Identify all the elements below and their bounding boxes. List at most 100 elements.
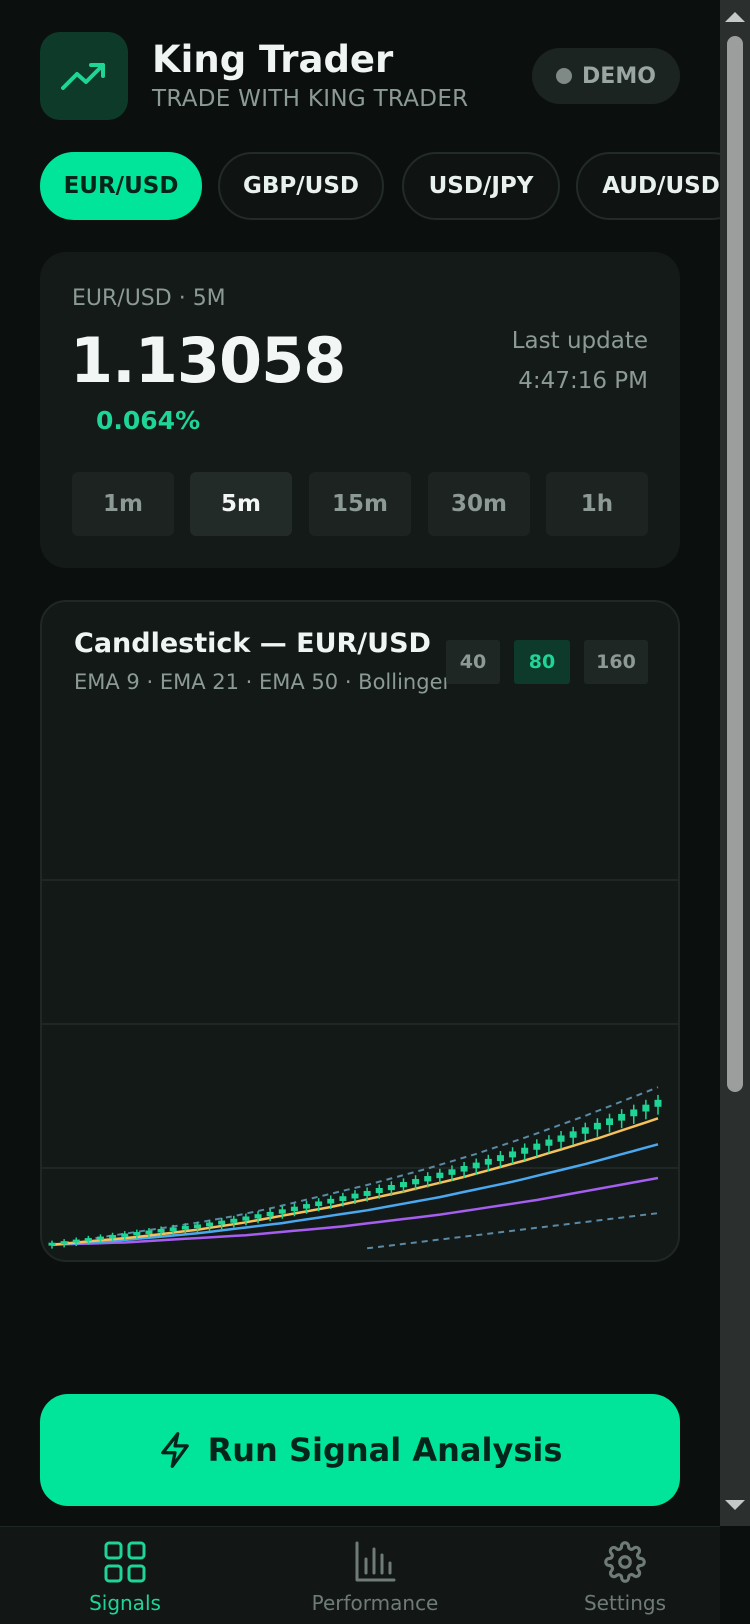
scroll-up-arrow-icon[interactable] [725,12,745,22]
timeframe-selector: 1m 5m 15m 30m 1h [72,472,648,536]
candlestick-chart[interactable] [42,602,678,1260]
nav-performance-label: Performance [311,1591,439,1615]
quote-change: 0.064% [96,406,201,435]
candle-body [436,1172,444,1179]
pair-tab-eur-usd[interactable]: EUR/USD [40,152,202,220]
grid-icon [104,1541,146,1583]
app-header: King Trader TRADE WITH KING TRADER DEMO [40,32,680,120]
chart-title: Candlestick — EUR/USD [74,628,431,659]
candle-body [569,1131,577,1138]
candle-body [424,1176,432,1182]
candle-body [375,1187,383,1194]
candle-body [48,1242,56,1246]
page-scrollbar[interactable] [720,0,750,1526]
candle-body [60,1241,68,1245]
candle-body [96,1236,104,1240]
nav-settings[interactable]: Settings [525,1541,720,1615]
demo-mode-badge[interactable]: DEMO [532,48,680,104]
candle-body [630,1109,638,1117]
candle-body [606,1118,614,1125]
timeframe-5m[interactable]: 5m [190,472,292,536]
candle-body [84,1238,92,1242]
candle-body [509,1151,517,1158]
quote-price: 1.13058 [70,324,346,397]
candle-body [278,1209,286,1214]
chart-indicators-label: EMA 9 · EMA 21 · EMA 50 · Bollinger [74,670,452,694]
nav-signals-label: Signals [89,1591,161,1615]
pair-tab-aud-usd[interactable]: AUD/USD [576,152,720,220]
chart-card: Candlestick — EUR/USD EMA 9 · EMA 21 · E… [40,600,680,1262]
timeframe-1m[interactable]: 1m [72,472,174,536]
run-signal-analysis-button[interactable]: Run Signal Analysis [40,1394,680,1506]
candle-body [484,1158,492,1165]
pair-tab-usd-jpy[interactable]: USD/JPY [402,152,560,220]
candle-body [460,1165,468,1172]
last-update-time: 4:47:16 PM [518,368,648,394]
candle-body [254,1214,262,1219]
candle-body [448,1169,456,1175]
bar-chart-icon [355,1541,396,1582]
candle-body [206,1222,214,1227]
app-subtitle: TRADE WITH KING TRADER [152,86,469,112]
lightning-icon [160,1432,189,1468]
demo-badge-label: DEMO [582,63,656,89]
status-dot-icon [556,68,573,84]
candle-body [157,1228,165,1233]
candle-body [169,1227,177,1232]
app-title: King Trader [152,38,394,81]
candle-body [387,1185,395,1191]
range-160-button[interactable]: 160 [584,640,648,684]
candle-body [218,1220,226,1225]
pair-tab-gbp-usd[interactable]: GBP/USD [218,152,384,220]
gear-icon [604,1541,646,1583]
candle-body [533,1143,541,1150]
candle-body [618,1113,626,1121]
candle-body [581,1127,589,1134]
candle-body [521,1147,529,1154]
candle-body [133,1232,141,1236]
candle-body [230,1218,238,1223]
candle-body [181,1225,189,1230]
candle-body [399,1182,407,1188]
candle-body [145,1230,153,1234]
timeframe-30m[interactable]: 30m [428,472,530,536]
scrollbar-thumb[interactable] [727,36,743,1092]
currency-pair-tabs: EUR/USD GBP/USD USD/JPY AUD/USD [40,152,720,220]
candle-body [266,1211,274,1217]
candle-body [193,1224,201,1229]
nav-signals[interactable]: Signals [25,1541,225,1615]
scroll-down-arrow-icon[interactable] [725,1500,745,1510]
candle-body [593,1122,601,1130]
last-update-label: Last update [511,328,648,354]
quote-card: EUR/USD · 5M 1.13058 0.064% Last update … [40,252,680,568]
candle-body [121,1233,129,1237]
candle-body [351,1193,359,1199]
candle-body [303,1204,311,1209]
candle-body [242,1216,250,1221]
candle-body [472,1162,480,1169]
candle-body [363,1190,371,1196]
range-80-button[interactable]: 80 [514,640,570,684]
candle-body [557,1135,565,1142]
candle-body [642,1104,650,1112]
bollinger-upper-line [51,1086,659,1246]
bottom-navigation: Signals Performance Settings [0,1526,720,1624]
nav-settings-label: Settings [583,1591,667,1615]
candle-body [412,1179,420,1185]
candle-body [339,1196,347,1201]
run-button-label: Run Signal Analysis [207,1431,563,1469]
timeframe-1h[interactable]: 1h [546,472,648,536]
candle-body [315,1201,323,1207]
quote-pair-label: EUR/USD · 5M [72,286,226,311]
candle-body [327,1198,335,1204]
candle-body [545,1139,553,1146]
nav-performance[interactable]: Performance [275,1541,475,1615]
candle-body [290,1206,298,1212]
candle-body [496,1155,504,1162]
timeframe-15m[interactable]: 15m [309,472,411,536]
range-40-button[interactable]: 40 [446,640,500,684]
candle-body [72,1239,80,1243]
candle-body [109,1235,117,1239]
trending-up-icon [40,32,128,120]
candle-body [654,1099,662,1107]
